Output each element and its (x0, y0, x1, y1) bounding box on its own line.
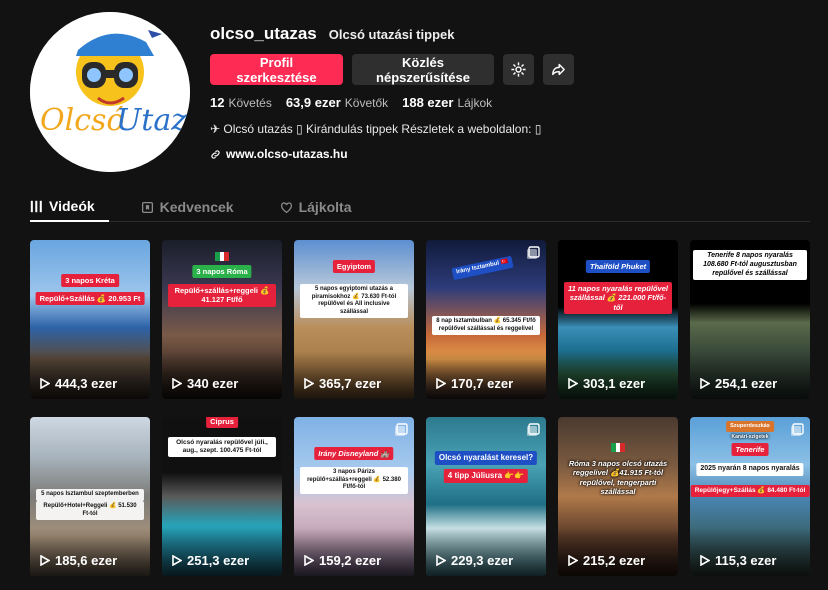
view-count: 229,3 ezer (436, 553, 513, 568)
play-icon (304, 378, 314, 389)
settings-button[interactable] (503, 54, 534, 85)
view-count: 185,6 ezer (40, 553, 117, 568)
profile-actions: Profil szerkesztése Közlés népszerűsítés… (210, 54, 574, 85)
video-card[interactable]: 3 napos Róma Repülő+szállás+reggeli 💰 41… (162, 240, 282, 399)
video-card[interactable]: Egyiptom 5 napos egyiptomi utazás a pira… (294, 240, 414, 399)
play-icon (700, 555, 710, 566)
photo-carousel-icon (527, 246, 540, 259)
gear-icon (511, 62, 526, 77)
video-card[interactable]: Szuperdeszkás Kanári-szigetek Tenerife 2… (690, 417, 810, 576)
play-icon (568, 555, 578, 566)
video-card[interactable]: Irány Isztambul 🇹🇷 8 nap Isztambulban 💰 … (426, 240, 546, 399)
tab-favorites[interactable]: Kedvencek (141, 192, 248, 222)
play-icon (436, 555, 446, 566)
username: olcso_utazas (210, 24, 317, 43)
likes-stat: 188 ezer Lájkok (402, 95, 493, 110)
view-count: 303,1 ezer (568, 376, 645, 391)
promote-post-button[interactable]: Közlés népszerűsítése (352, 54, 494, 85)
tab-videos[interactable]: Videók (30, 192, 109, 222)
following-stat[interactable]: 12 Követés (210, 95, 272, 110)
play-icon (172, 378, 182, 389)
profile-link-text[interactable]: www.olcso-utazas.hu (226, 147, 348, 161)
play-icon (700, 378, 710, 389)
view-count: 251,3 ezer (172, 553, 249, 568)
view-count: 170,7 ezer (436, 376, 513, 391)
video-card[interactable]: Olcsó nyaralást keresel? 4 tipp Júliusra… (426, 417, 546, 576)
italy-flag-icon (215, 252, 230, 261)
profile-link[interactable]: www.olcso-utazas.hu (210, 147, 348, 161)
view-count: 254,1 ezer (700, 376, 777, 391)
svg-text:Olcsó: Olcsó (40, 103, 124, 138)
bookmark-icon (141, 201, 153, 213)
italy-flag-icon (611, 443, 626, 452)
video-card[interactable]: Tenerife 8 napos nyaralás 108.680 Ft-tól… (690, 240, 810, 399)
svg-text:Utazás: Utazás (116, 103, 190, 138)
video-card[interactable]: Thaiföld Phuket 11 napos nyaralás repülő… (558, 240, 678, 399)
video-card[interactable]: 5 napos Isztambul szeptemberben Repülő+H… (30, 417, 150, 576)
nickname: Olcsó utazási tippek (328, 27, 455, 42)
video-card[interactable]: Ciprus Olcsó nyaralás repülővel júli., a… (162, 417, 282, 576)
play-icon (172, 555, 182, 566)
tab-liked[interactable]: Lájkolta (280, 192, 366, 222)
heart-icon (280, 201, 292, 213)
play-icon (40, 378, 50, 389)
olcso-utazas-logo: Olcsó Utazás (30, 12, 190, 172)
profile-header: olcso_utazas Olcsó utazási tippek (210, 24, 808, 44)
grid-icon (30, 200, 42, 212)
share-icon (552, 63, 565, 76)
play-icon (304, 555, 314, 566)
view-count: 115,3 ezer (700, 553, 776, 568)
profile-bio: ✈ Olcsó utazás ▯ Kirándulás tippek Részl… (210, 122, 542, 136)
video-grid: 3 napos Kréta Repülő+Szállás 💰 20.953 Ft… (30, 240, 810, 576)
photo-carousel-icon (791, 423, 804, 436)
link-icon (211, 149, 220, 159)
video-card[interactable]: 3 napos Kréta Repülő+Szállás 💰 20.953 Ft… (30, 240, 150, 399)
play-icon (436, 378, 446, 389)
play-icon (568, 378, 578, 389)
view-count: 444,3 ezer (40, 376, 117, 391)
view-count: 215,2 ezer (568, 553, 645, 568)
video-card[interactable]: Irány Disneyland 🏰 3 napos Párizs repülő… (294, 417, 414, 576)
video-card[interactable]: Róma 3 napos olcsó utazás reggelivel 💰41… (558, 417, 678, 576)
profile-avatar[interactable]: Olcsó Utazás (30, 12, 190, 172)
view-count: 365,7 ezer (304, 376, 381, 391)
profile-stats: 12 Követés 63,9 ezer Követők 188 ezer Lájko… (210, 95, 492, 110)
edit-profile-button[interactable]: Profil szerkesztése (210, 54, 343, 85)
view-count: 340 ezer (172, 376, 238, 391)
play-icon (40, 555, 50, 566)
followers-stat[interactable]: 63,9 ezer Követők (286, 95, 388, 110)
view-count: 159,2 ezer (304, 553, 381, 568)
photo-carousel-icon (395, 423, 408, 436)
profile-tabs: Videók Kedvencek Lájkolta (30, 192, 810, 222)
photo-carousel-icon (527, 423, 540, 436)
share-profile-button[interactable] (543, 54, 574, 85)
